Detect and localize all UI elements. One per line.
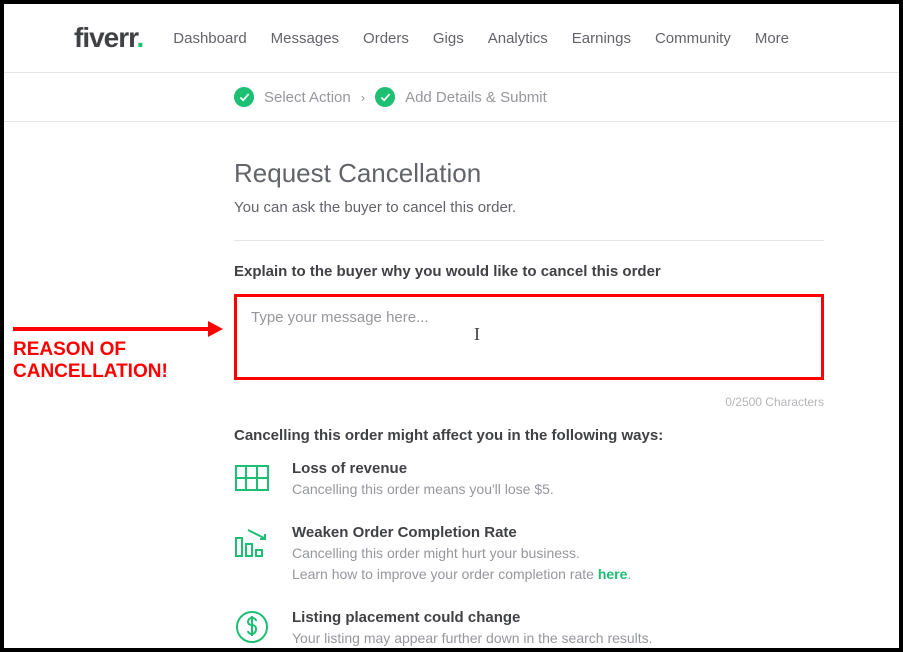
cancellation-reason-input[interactable] [234,294,824,380]
header: fiverr. Dashboard Messages Orders Gigs A… [4,4,899,72]
page-title: Request Cancellation [234,158,824,189]
step-separator: › [361,90,365,105]
nav-community[interactable]: Community [655,30,731,47]
nav-messages[interactable]: Messages [271,30,339,47]
step-1-label[interactable]: Select Action [264,89,351,106]
step-indicator: Select Action › Add Details & Submit [4,73,899,122]
effect-completion-rate: Weaken Order Completion Rate Cancelling … [234,524,824,585]
content-divider [234,240,824,241]
chart-down-icon [234,524,270,560]
effect-desc-line1: Cancelling this order might hurt your bu… [292,545,580,561]
explain-label: Explain to the buyer why you would like … [234,263,824,280]
nav-orders[interactable]: Orders [363,30,409,47]
effect-revenue: Loss of revenue Cancelling this order me… [234,460,824,500]
nav-gigs[interactable]: Gigs [433,30,464,47]
grid-icon [234,460,270,496]
logo-text: fiverr [74,22,137,53]
effect-title: Listing placement could change [292,609,653,626]
nav-analytics[interactable]: Analytics [488,30,548,47]
logo[interactable]: fiverr. [74,22,143,54]
nav-dashboard[interactable]: Dashboard [173,30,246,47]
effect-title: Loss of revenue [292,460,554,477]
learn-more-link[interactable]: here [598,566,628,582]
effect-desc: Cancelling this order means you'll lose … [292,479,554,500]
dollar-circle-icon [234,609,270,645]
nav-more[interactable]: More [755,30,789,47]
effect-desc-line2-suffix: . [627,566,631,582]
nav-earnings[interactable]: Earnings [572,30,631,47]
effects-heading: Cancelling this order might affect you i… [234,427,824,444]
character-counter: 0/2500 Characters [234,395,824,409]
annotation-line1: REASON OF [13,339,126,360]
step-2-label[interactable]: Add Details & Submit [405,89,547,106]
annotation-label: REASON OF CANCELLATION! [13,339,168,383]
effect-desc: Cancelling this order might hurt your bu… [292,543,631,585]
effect-desc: Your listing may appear further down in … [292,628,653,649]
main-content: Request Cancellation You can ask the buy… [4,122,824,649]
page-subtitle: You can ask the buyer to cancel this ord… [234,199,824,216]
logo-dot: . [137,22,144,53]
checkmark-icon [234,87,254,107]
main-nav: Dashboard Messages Orders Gigs Analytics… [173,30,789,47]
effect-listing-placement: Listing placement could change Your list… [234,609,824,649]
checkmark-icon [375,87,395,107]
effect-title: Weaken Order Completion Rate [292,524,631,541]
annotation-line2: CANCELLATION! [13,361,168,382]
effect-desc-line2-prefix: Learn how to improve your order completi… [292,566,598,582]
